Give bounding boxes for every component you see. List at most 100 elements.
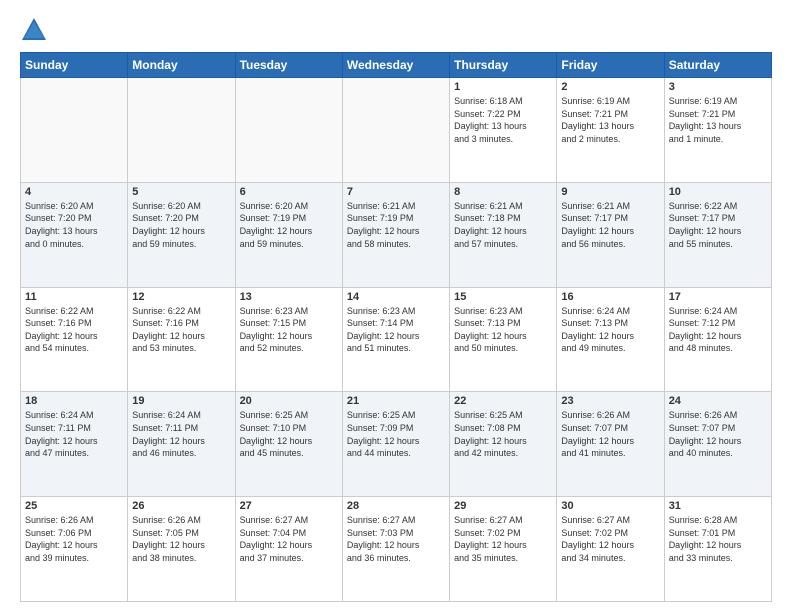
- calendar-cell: 29Sunrise: 6:27 AM Sunset: 7:02 PM Dayli…: [450, 497, 557, 602]
- calendar-cell: [21, 78, 128, 183]
- weekday-header-thursday: Thursday: [450, 53, 557, 78]
- day-number: 14: [347, 291, 445, 303]
- day-number: 26: [132, 500, 230, 512]
- day-info: Sunrise: 6:25 AM Sunset: 7:09 PM Dayligh…: [347, 409, 445, 459]
- day-info: Sunrise: 6:27 AM Sunset: 7:02 PM Dayligh…: [454, 514, 552, 564]
- calendar-cell: 28 Sunrise: 6:27 AM Sunset: 7:03 PM Dayli…: [342, 497, 449, 602]
- calendar-week-2: 4 Sunrise: 6:20 AM Sunset: 7:20 PM Daylig…: [21, 182, 772, 287]
- day-info: Sunrise: 6:24 AM Sunset: 7:12 PM Dayligh…: [669, 305, 767, 355]
- day-info: Sunrise: 6:23 AM Sunset: 7:13 PM Dayligh…: [454, 305, 552, 355]
- calendar-cell: [128, 78, 235, 183]
- day-info: Sunrise: 6:28 AM Sunset: 7:01 PM Dayligh…: [669, 514, 767, 564]
- day-number: 3: [669, 81, 767, 93]
- day-info: Sunrise: 6:22 AM Sunset: 7:17 PM Dayligh…: [669, 200, 767, 250]
- day-number: 10: [669, 186, 767, 198]
- calendar-cell: 31 Sunrise: 6:28 AM Sunset: 7:01 PM Dayli…: [664, 497, 771, 602]
- day-info: Sunrise: 6:20 AM Sunset: 7:19 PM Dayligh…: [240, 200, 338, 250]
- logo-icon: [20, 16, 48, 44]
- calendar-cell: 1Sunrise: 6:18 AM Sunset: 7:22 PM Daylig…: [450, 78, 557, 183]
- day-info: Sunrise: 6:22 AM Sunset: 7:16 PM Dayligh…: [132, 305, 230, 355]
- day-number: 21: [347, 395, 445, 407]
- calendar-cell: 27Sunrise: 6:27 AM Sunset: 7:04 PM Dayli…: [235, 497, 342, 602]
- day-info: Sunrise: 6:25 AM Sunset: 7:08 PM Dayligh…: [454, 409, 552, 459]
- day-info: Sunrise: 6:18 AM Sunset: 7:22 PM Dayligh…: [454, 95, 552, 145]
- calendar-cell: 12 Sunrise: 6:22 AM Sunset: 7:16 PM Dayli…: [128, 287, 235, 392]
- day-number: 18: [25, 395, 123, 407]
- day-info: Sunrise: 6:23 AM Sunset: 7:15 PM Dayligh…: [240, 305, 338, 355]
- day-info: Sunrise: 6:27 AM Sunset: 7:03 PM Dayligh…: [347, 514, 445, 564]
- weekday-header-wednesday: Wednesday: [342, 53, 449, 78]
- weekday-header-monday: Monday: [128, 53, 235, 78]
- day-number: 12: [132, 291, 230, 303]
- header: [20, 16, 772, 44]
- day-number: 16: [561, 291, 659, 303]
- day-number: 6: [240, 186, 338, 198]
- day-number: 8: [454, 186, 552, 198]
- day-number: 15: [454, 291, 552, 303]
- calendar-table: SundayMondayTuesdayWednesdayThursdayFrid…: [20, 52, 772, 602]
- day-info: Sunrise: 6:23 AM Sunset: 7:14 PM Dayligh…: [347, 305, 445, 355]
- calendar-cell: 22 Sunrise: 6:25 AM Sunset: 7:08 PM Dayli…: [450, 392, 557, 497]
- calendar-cell: 25Sunrise: 6:26 AM Sunset: 7:06 PM Dayli…: [21, 497, 128, 602]
- day-info: Sunrise: 6:19 AM Sunset: 7:21 PM Dayligh…: [669, 95, 767, 145]
- calendar-cell: 21 Sunrise: 6:25 AM Sunset: 7:09 PM Dayli…: [342, 392, 449, 497]
- calendar-cell: 20Sunrise: 6:25 AM Sunset: 7:10 PM Dayli…: [235, 392, 342, 497]
- calendar-cell: 30Sunrise: 6:27 AM Sunset: 7:02 PM Dayli…: [557, 497, 664, 602]
- weekday-header-saturday: Saturday: [664, 53, 771, 78]
- day-info: Sunrise: 6:26 AM Sunset: 7:07 PM Dayligh…: [561, 409, 659, 459]
- day-number: 24: [669, 395, 767, 407]
- day-info: Sunrise: 6:26 AM Sunset: 7:05 PM Dayligh…: [132, 514, 230, 564]
- calendar-cell: 24 Sunrise: 6:26 AM Sunset: 7:07 PM Dayli…: [664, 392, 771, 497]
- day-number: 7: [347, 186, 445, 198]
- day-number: 13: [240, 291, 338, 303]
- calendar-cell: 3 Sunrise: 6:19 AM Sunset: 7:21 PM Daylig…: [664, 78, 771, 183]
- calendar-cell: [235, 78, 342, 183]
- calendar-cell: 2Sunrise: 6:19 AM Sunset: 7:21 PM Daylig…: [557, 78, 664, 183]
- day-info: Sunrise: 6:26 AM Sunset: 7:07 PM Dayligh…: [669, 409, 767, 459]
- logo: [20, 16, 52, 44]
- calendar-cell: 6 Sunrise: 6:20 AM Sunset: 7:19 PM Daylig…: [235, 182, 342, 287]
- day-number: 30: [561, 500, 659, 512]
- weekday-header-tuesday: Tuesday: [235, 53, 342, 78]
- day-info: Sunrise: 6:25 AM Sunset: 7:10 PM Dayligh…: [240, 409, 338, 459]
- day-number: 11: [25, 291, 123, 303]
- day-info: Sunrise: 6:24 AM Sunset: 7:13 PM Dayligh…: [561, 305, 659, 355]
- calendar-cell: 19Sunrise: 6:24 AM Sunset: 7:11 PM Dayli…: [128, 392, 235, 497]
- calendar-cell: 17 Sunrise: 6:24 AM Sunset: 7:12 PM Dayli…: [664, 287, 771, 392]
- calendar-cell: 11 Sunrise: 6:22 AM Sunset: 7:16 PM Dayli…: [21, 287, 128, 392]
- calendar-week-4: 18 Sunrise: 6:24 AM Sunset: 7:11 PM Dayli…: [21, 392, 772, 497]
- weekday-header-row: SundayMondayTuesdayWednesdayThursdayFrid…: [21, 53, 772, 78]
- calendar-week-1: 1Sunrise: 6:18 AM Sunset: 7:22 PM Daylig…: [21, 78, 772, 183]
- day-info: Sunrise: 6:27 AM Sunset: 7:04 PM Dayligh…: [240, 514, 338, 564]
- day-number: 28: [347, 500, 445, 512]
- calendar-cell: 18 Sunrise: 6:24 AM Sunset: 7:11 PM Dayli…: [21, 392, 128, 497]
- calendar-cell: 23 Sunrise: 6:26 AM Sunset: 7:07 PM Dayli…: [557, 392, 664, 497]
- calendar-cell: 15 Sunrise: 6:23 AM Sunset: 7:13 PM Dayli…: [450, 287, 557, 392]
- day-info: Sunrise: 6:24 AM Sunset: 7:11 PM Dayligh…: [132, 409, 230, 459]
- weekday-header-friday: Friday: [557, 53, 664, 78]
- calendar-cell: 16 Sunrise: 6:24 AM Sunset: 7:13 PM Dayli…: [557, 287, 664, 392]
- day-info: Sunrise: 6:22 AM Sunset: 7:16 PM Dayligh…: [25, 305, 123, 355]
- day-info: Sunrise: 6:24 AM Sunset: 7:11 PM Dayligh…: [25, 409, 123, 459]
- calendar-week-3: 11 Sunrise: 6:22 AM Sunset: 7:16 PM Dayli…: [21, 287, 772, 392]
- day-info: Sunrise: 6:21 AM Sunset: 7:19 PM Dayligh…: [347, 200, 445, 250]
- calendar-cell: 4 Sunrise: 6:20 AM Sunset: 7:20 PM Daylig…: [21, 182, 128, 287]
- calendar-cell: 7 Sunrise: 6:21 AM Sunset: 7:19 PM Daylig…: [342, 182, 449, 287]
- day-number: 22: [454, 395, 552, 407]
- day-info: Sunrise: 6:19 AM Sunset: 7:21 PM Dayligh…: [561, 95, 659, 145]
- day-number: 23: [561, 395, 659, 407]
- day-info: Sunrise: 6:21 AM Sunset: 7:18 PM Dayligh…: [454, 200, 552, 250]
- day-info: Sunrise: 6:20 AM Sunset: 7:20 PM Dayligh…: [25, 200, 123, 250]
- day-number: 17: [669, 291, 767, 303]
- day-number: 25: [25, 500, 123, 512]
- day-number: 31: [669, 500, 767, 512]
- calendar-cell: 9Sunrise: 6:21 AM Sunset: 7:17 PM Daylig…: [557, 182, 664, 287]
- calendar-cell: 13 Sunrise: 6:23 AM Sunset: 7:15 PM Dayli…: [235, 287, 342, 392]
- calendar-cell: 5Sunrise: 6:20 AM Sunset: 7:20 PM Daylig…: [128, 182, 235, 287]
- weekday-header-sunday: Sunday: [21, 53, 128, 78]
- day-number: 4: [25, 186, 123, 198]
- calendar-cell: 8 Sunrise: 6:21 AM Sunset: 7:18 PM Daylig…: [450, 182, 557, 287]
- calendar-cell: 14 Sunrise: 6:23 AM Sunset: 7:14 PM Dayli…: [342, 287, 449, 392]
- day-info: Sunrise: 6:20 AM Sunset: 7:20 PM Dayligh…: [132, 200, 230, 250]
- calendar-week-5: 25Sunrise: 6:26 AM Sunset: 7:06 PM Dayli…: [21, 497, 772, 602]
